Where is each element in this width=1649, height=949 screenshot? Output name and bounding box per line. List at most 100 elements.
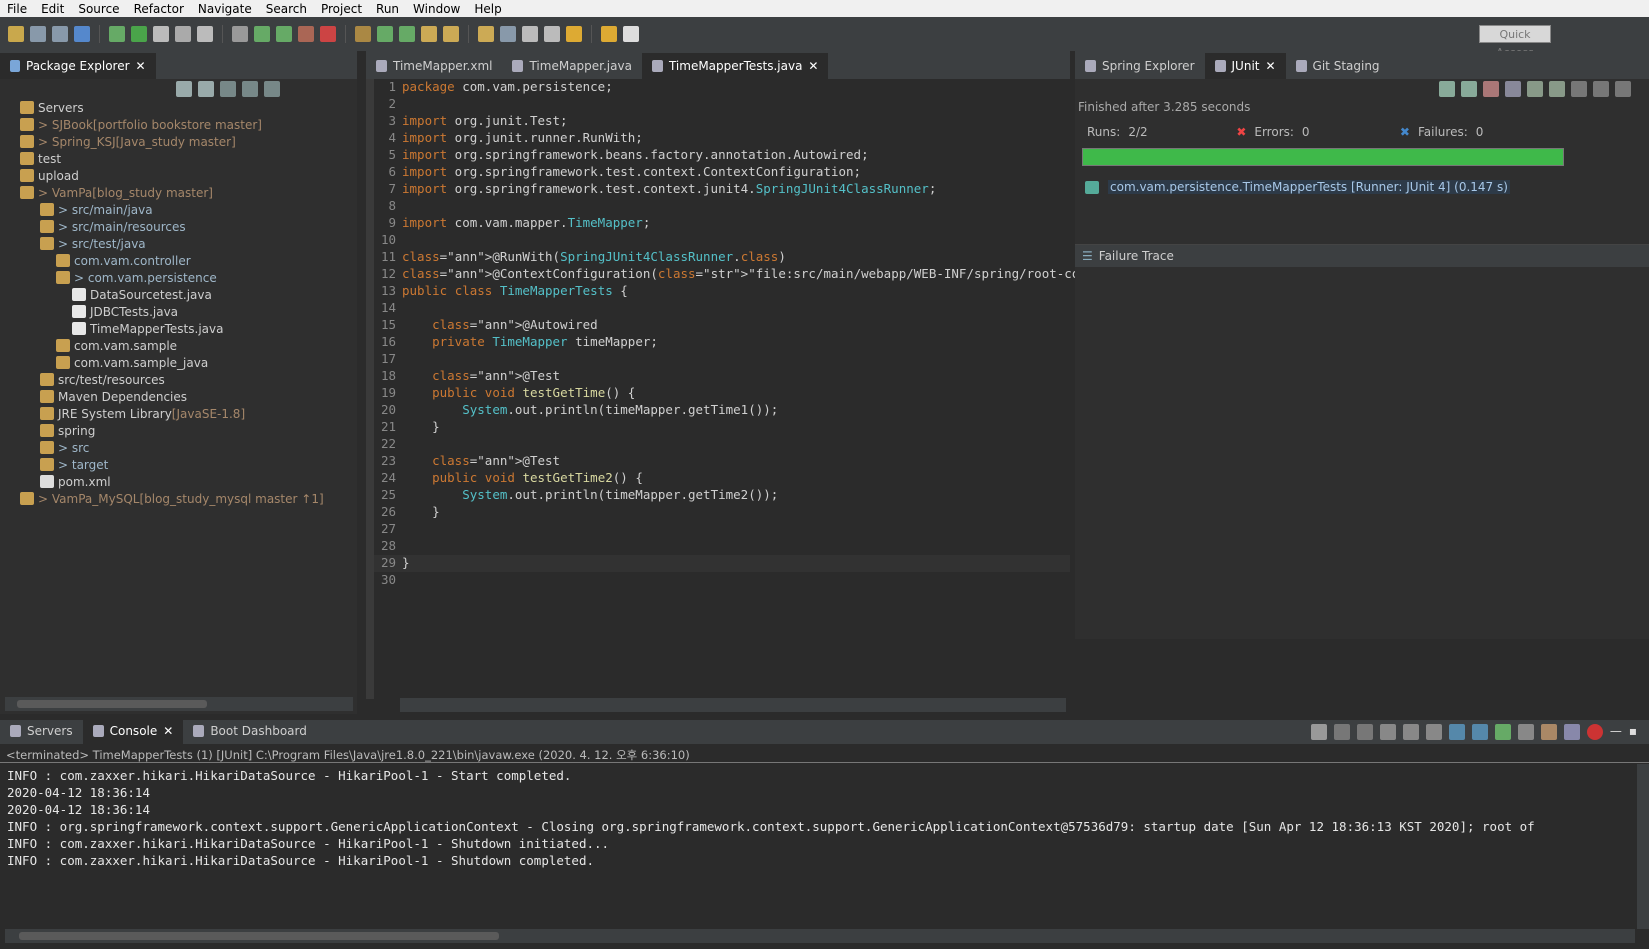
code-line[interactable]: 29} bbox=[374, 555, 1070, 572]
code-line[interactable]: 28 bbox=[374, 538, 402, 555]
menu-navigate[interactable]: Navigate bbox=[191, 2, 259, 16]
code-line[interactable]: 11 class="ann">@RunWith(SpringJUnit4Class… bbox=[374, 249, 786, 266]
code-editor[interactable]: TimeMapper.xml TimeMapper.java TimeMapperT… bbox=[366, 51, 1162, 714]
minimize-icon[interactable]: — bbox=[1610, 724, 1622, 740]
code-line[interactable]: 18 class="ann">@Test bbox=[374, 368, 560, 385]
code-line[interactable]: 14 bbox=[374, 300, 402, 317]
view-menu-icon[interactable] bbox=[1615, 81, 1631, 97]
code-line[interactable]: 12 class="ann">@ContextConfiguration(clas… bbox=[374, 266, 1162, 283]
collapse-all-icon[interactable] bbox=[220, 81, 236, 97]
tab-console[interactable]: Console ✕ bbox=[82, 718, 184, 744]
menu-edit[interactable]: Edit bbox=[34, 2, 71, 16]
toolbar-button-icon[interactable] bbox=[623, 26, 639, 42]
scroll-lock-icon[interactable] bbox=[1402, 724, 1419, 740]
code-line[interactable]: 24 public void testGetTime2() { bbox=[374, 470, 643, 487]
menu-window[interactable]: Window bbox=[406, 2, 467, 16]
toolbar-button-icon[interactable] bbox=[320, 26, 336, 42]
menu-refactor[interactable]: Refactor bbox=[127, 2, 191, 16]
code-line[interactable]: 1 package com.vam.persistence; bbox=[374, 79, 612, 96]
toolbar-button-icon[interactable] bbox=[377, 26, 393, 42]
tree-item[interactable]: JRE System Library [JavaSE-1.8] bbox=[40, 405, 245, 422]
tab-timemapper-java[interactable]: TimeMapper.java bbox=[502, 53, 641, 79]
explorer-horizontal-scrollbar[interactable] bbox=[5, 697, 353, 711]
toolbar-button-icon[interactable] bbox=[131, 26, 147, 42]
code-line[interactable]: 22 bbox=[374, 436, 402, 453]
console-output[interactable]: INFO : com.zaxxer.hikari.HikariDataSourc… bbox=[0, 764, 1630, 904]
tree-item[interactable]: upload bbox=[20, 167, 79, 184]
toolbar-button-icon[interactable] bbox=[30, 26, 46, 42]
quick-access-field[interactable]: Quick Access bbox=[1479, 25, 1551, 59]
previous-failure-icon[interactable] bbox=[1461, 81, 1477, 97]
toolbar-button-icon[interactable] bbox=[197, 26, 213, 42]
toolbar-button-icon[interactable] bbox=[232, 26, 248, 42]
console-horizontal-scrollbar[interactable] bbox=[5, 929, 1635, 943]
code-line[interactable]: 21 } bbox=[374, 419, 440, 436]
tree-item[interactable]: pom.xml bbox=[40, 473, 111, 490]
toolbar-button-icon[interactable] bbox=[298, 26, 314, 42]
pin-console-icon[interactable] bbox=[1494, 724, 1511, 740]
toolbar-button-icon[interactable] bbox=[355, 26, 371, 42]
display-console-icon[interactable] bbox=[1517, 724, 1534, 740]
toolbar-button-icon[interactable] bbox=[443, 26, 459, 42]
tab-junit[interactable]: JUnit ✕ bbox=[1204, 53, 1286, 79]
toolbar-button-icon[interactable] bbox=[566, 26, 582, 42]
code-line[interactable]: 7 import org.springframework.test.context… bbox=[374, 181, 936, 198]
code-line[interactable]: 17 bbox=[374, 351, 402, 368]
code-line[interactable]: 3 import org.junit.Test; bbox=[374, 113, 567, 130]
tree-item[interactable]: com.vam.sample bbox=[56, 337, 177, 354]
tree-item[interactable]: src/test/resources bbox=[40, 371, 165, 388]
toolbar-button-icon[interactable] bbox=[175, 26, 191, 42]
code-line[interactable]: 6 import org.springframework.test.context… bbox=[374, 164, 861, 181]
code-line[interactable]: 2 bbox=[374, 96, 402, 113]
remove-all-icon[interactable] bbox=[1356, 724, 1373, 740]
toolbar-button-icon[interactable] bbox=[544, 26, 560, 42]
close-icon[interactable]: ✕ bbox=[163, 724, 173, 738]
tree-item[interactable]: JDBCTests.java bbox=[72, 303, 178, 320]
tree-item[interactable]: > VamPa [blog_study master] bbox=[20, 184, 213, 201]
menu-project[interactable]: Project bbox=[314, 2, 369, 16]
toolbar-button-icon[interactable] bbox=[500, 26, 516, 42]
tab-boot-dashboard[interactable]: Boot Dashboard bbox=[183, 718, 317, 744]
code-line[interactable]: 8 bbox=[374, 198, 402, 215]
toolbar-button-icon[interactable] bbox=[601, 26, 617, 42]
toolbar-button-icon[interactable] bbox=[74, 26, 90, 42]
next-failure-icon[interactable] bbox=[1439, 81, 1455, 97]
code-line[interactable]: 5 import org.springframework.beans.factor… bbox=[374, 147, 868, 164]
tab-timemapper-xml[interactable]: TimeMapper.xml bbox=[366, 53, 502, 79]
toolbar-button-icon[interactable] bbox=[478, 26, 494, 42]
toolbar-button-icon[interactable] bbox=[522, 26, 538, 42]
junit-test-item[interactable]: com.vam.persistence.TimeMapperTests [Run… bbox=[1085, 180, 1510, 194]
word-wrap-icon[interactable] bbox=[1425, 724, 1442, 740]
history-icon[interactable] bbox=[1593, 81, 1609, 97]
tab-timemappertests-java[interactable]: TimeMapperTests.java ✕ bbox=[641, 53, 829, 79]
open-console-icon[interactable] bbox=[1563, 724, 1580, 740]
link-editor-icon[interactable] bbox=[242, 81, 258, 97]
toolbar-button-icon[interactable] bbox=[109, 26, 125, 42]
close-icon[interactable]: ✕ bbox=[808, 59, 818, 73]
code-line[interactable]: 30 bbox=[374, 572, 402, 589]
code-line[interactable]: 9 import com.vam.mapper.TimeMapper; bbox=[374, 215, 650, 232]
code-line[interactable]: 25 System.out.println(timeMapper.getTime… bbox=[374, 487, 778, 504]
tab-package-explorer[interactable]: Package Explorer ✕ bbox=[0, 53, 156, 79]
close-icon[interactable]: ✕ bbox=[1265, 59, 1275, 73]
tree-item[interactable]: Maven Dependencies bbox=[40, 388, 187, 405]
code-line[interactable]: 19 public void testGetTime() { bbox=[374, 385, 635, 402]
new-console-icon[interactable] bbox=[1540, 724, 1557, 740]
code-line[interactable]: 16 private TimeMapper timeMapper; bbox=[374, 334, 658, 351]
view-menu-icon[interactable] bbox=[264, 81, 280, 97]
toolbar-button-icon[interactable] bbox=[52, 26, 68, 42]
tab-git-staging[interactable]: Git Staging bbox=[1286, 53, 1390, 79]
show-on-error-icon[interactable] bbox=[1471, 724, 1488, 740]
menu-source[interactable]: Source bbox=[71, 2, 126, 16]
code-line[interactable]: 20 System.out.println(timeMapper.getTime… bbox=[374, 402, 778, 419]
toolbar-button-icon[interactable] bbox=[399, 26, 415, 42]
code-line[interactable]: 4 import org.junit.runner.RunWith; bbox=[374, 130, 642, 147]
tab-servers[interactable]: Servers bbox=[0, 718, 83, 744]
remove-launch-icon[interactable] bbox=[1333, 724, 1350, 740]
scroll-thumb[interactable] bbox=[19, 932, 499, 940]
editor-horizontal-scrollbar[interactable] bbox=[400, 698, 1066, 712]
console-vertical-scrollbar[interactable] bbox=[1637, 764, 1649, 929]
forward-icon[interactable] bbox=[198, 81, 214, 97]
menu-run[interactable]: Run bbox=[369, 2, 406, 16]
tree-item[interactable]: > SJBook [portfolio bookstore master] bbox=[20, 116, 262, 133]
